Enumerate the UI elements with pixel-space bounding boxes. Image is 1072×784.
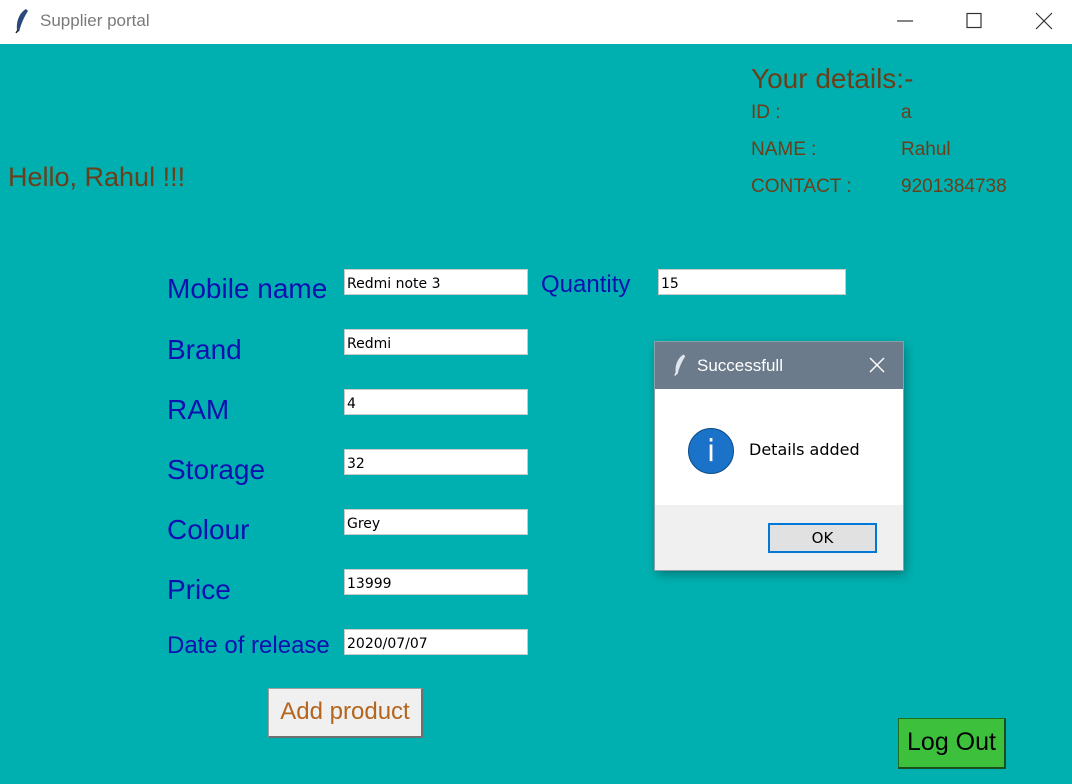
id-label: ID :	[751, 102, 781, 123]
close-icon	[869, 357, 885, 373]
close-window-button[interactable]	[1016, 0, 1072, 44]
price-label: Price	[167, 574, 231, 605]
minimize-button[interactable]	[877, 0, 933, 44]
add-product-button[interactable]: Add product	[268, 688, 423, 738]
ok-button[interactable]: OK	[768, 523, 877, 553]
dialog-titlebar: Successfull	[655, 342, 903, 389]
mobile-name-field[interactable]	[344, 269, 528, 295]
quantity-label: Quantity	[541, 271, 631, 298]
colour-field[interactable]	[344, 509, 528, 535]
mobile-name-label: Mobile name	[167, 273, 328, 304]
contact-label: CONTACT :	[751, 176, 852, 197]
dialog-message: Details added	[749, 440, 860, 459]
window-titlebar: Supplier portal	[0, 0, 1072, 44]
release-date-field[interactable]	[344, 629, 528, 655]
name-label: NAME :	[751, 139, 817, 160]
info-icon: i	[688, 428, 734, 474]
name-value: Rahul	[901, 139, 951, 160]
dialog-footer: OK	[655, 505, 903, 570]
brand-field[interactable]	[344, 329, 528, 355]
brand-label: Brand	[167, 334, 242, 365]
success-dialog: Successfull i Details added OK	[655, 342, 903, 570]
logout-button[interactable]: Log Out	[898, 718, 1006, 769]
quantity-field[interactable]	[658, 269, 846, 295]
dialog-close-button[interactable]	[859, 350, 895, 382]
release-date-label: Date of release	[167, 632, 330, 659]
storage-label: Storage	[167, 454, 266, 485]
feather-app-icon	[15, 9, 28, 34]
contact-value: 9201384738	[901, 176, 1007, 197]
feather-app-icon	[674, 354, 686, 376]
ram-label: RAM	[167, 394, 230, 425]
details-heading: Your details:-	[751, 63, 914, 94]
minimize-icon	[897, 20, 913, 22]
id-value: a	[901, 102, 912, 123]
colour-label: Colour	[167, 514, 250, 545]
dialog-body: i Details added	[655, 389, 903, 505]
window-title: Supplier portal	[40, 11, 150, 30]
storage-field[interactable]	[344, 449, 528, 475]
greeting-label: Hello, Rahul !!!	[8, 162, 186, 192]
maximize-button[interactable]	[946, 0, 1002, 44]
dialog-title: Successfull	[697, 356, 783, 375]
maximize-icon	[966, 12, 982, 29]
price-field[interactable]	[344, 569, 528, 595]
close-icon	[1035, 12, 1053, 30]
ram-field[interactable]	[344, 389, 528, 415]
